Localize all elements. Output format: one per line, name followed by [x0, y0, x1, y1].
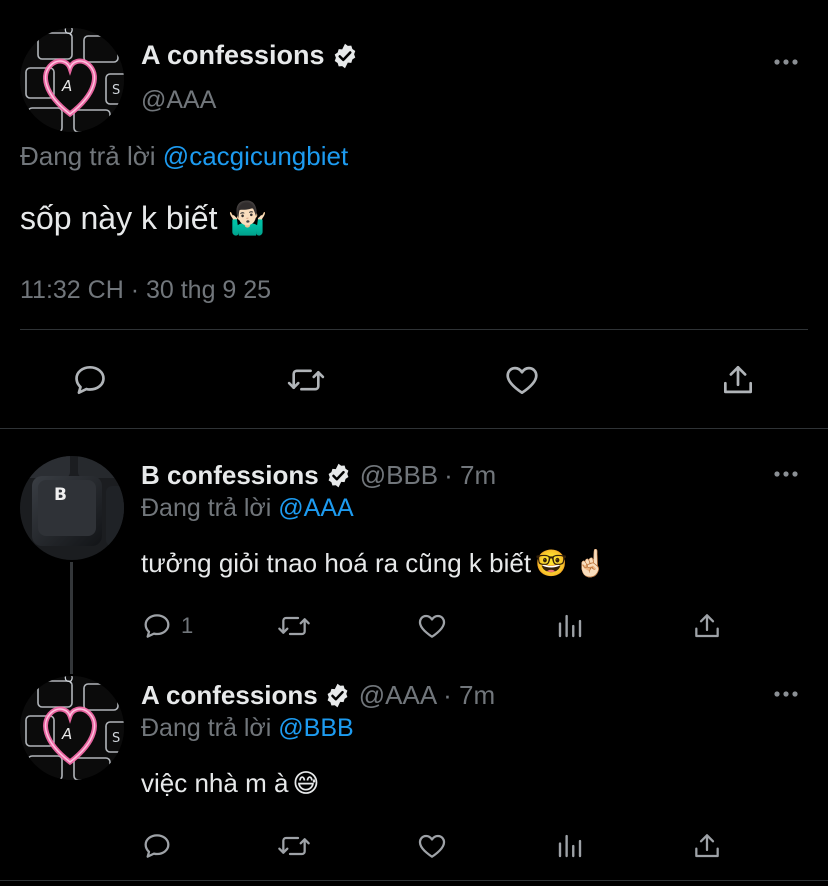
avatar[interactable]: Q S A: [20, 676, 124, 780]
author-handle[interactable]: @BBB: [360, 460, 438, 491]
replying-to-link[interactable]: @BBB: [278, 714, 353, 742]
author-name[interactable]: A confessions: [141, 680, 318, 711]
verified-badge-icon: [325, 462, 352, 489]
replying-to: Đang trả lời @cacgicungbiet: [20, 141, 348, 172]
views-icon[interactable]: [555, 609, 585, 643]
tweet-text-body: sốp này k biết: [20, 199, 218, 236]
avatar-key-s: S: [112, 731, 120, 746]
share-icon[interactable]: [691, 609, 723, 643]
more-horizontal-icon[interactable]: [771, 52, 801, 72]
thread-connector: [70, 562, 73, 674]
avatar-key-q: Q: [64, 28, 73, 37]
replying-to: Đang trả lời @BBB: [141, 714, 354, 743]
replying-prefix: Đang trả lời: [141, 494, 272, 522]
nerd-pointing-emoji: 🤓 ☝🏻: [535, 548, 608, 578]
avatar-key-s: S: [112, 83, 120, 98]
views-icon[interactable]: [555, 829, 585, 863]
replying-to-link[interactable]: @cacgicungbiet: [163, 141, 348, 171]
replying-to: Đang trả lời @AAA: [141, 494, 354, 523]
more-horizontal-icon[interactable]: [771, 464, 801, 484]
reply-icon: [141, 830, 173, 862]
replying-prefix: Đang trả lời: [141, 714, 272, 742]
avatar-letter: B: [54, 485, 67, 505]
retweet-icon[interactable]: [286, 360, 326, 400]
more-horizontal-icon[interactable]: [771, 684, 801, 704]
reply-button[interactable]: [141, 829, 181, 863]
divider: [20, 329, 808, 330]
author-handle[interactable]: @AAA: [359, 680, 437, 711]
divider: [0, 880, 828, 881]
avatar-key-q: Q: [64, 676, 73, 685]
share-icon[interactable]: [691, 829, 723, 863]
tweet-text: việc nhà m à 😅: [141, 768, 320, 799]
heart-icon[interactable]: [416, 609, 448, 643]
retweet-icon[interactable]: [276, 829, 312, 863]
verified-badge-icon: [331, 42, 359, 70]
avatar[interactable]: Q S A: [20, 28, 124, 132]
author-name[interactable]: A confessions: [141, 40, 325, 71]
tweet-timestamp[interactable]: 11:32 CH · 30 thg 9 25: [20, 276, 271, 305]
author-handle[interactable]: @AAA: [141, 86, 216, 115]
reply-icon[interactable]: [70, 360, 110, 400]
sweat-smile-emoji: 😅: [292, 768, 320, 798]
reply-count: 1: [181, 613, 194, 638]
relative-time[interactable]: · 7m: [443, 680, 495, 711]
section-divider: [0, 428, 828, 429]
heart-icon[interactable]: [416, 829, 448, 863]
heart-icon[interactable]: [502, 360, 542, 400]
relative-time[interactable]: · 7m: [444, 460, 496, 491]
avatar-letter: A: [61, 725, 72, 743]
author-name[interactable]: B confessions: [141, 460, 319, 491]
replying-prefix: Đang trả lời: [20, 141, 156, 171]
avatar[interactable]: B: [20, 456, 124, 560]
verified-badge-icon: [324, 682, 351, 709]
tweet-text: sốp này k biết 🤷🏻‍♂️: [20, 199, 267, 237]
main-tweet: Q S A A confessions @AAA Đang trả lời @c…: [0, 0, 828, 428]
reply-header: A confessions @AAA · 7m: [141, 680, 495, 711]
retweet-icon[interactable]: [276, 609, 312, 643]
avatar-letter: A: [61, 77, 72, 95]
reply-header: B confessions @BBB · 7m: [141, 460, 496, 491]
reply-button[interactable]: 1: [141, 609, 193, 643]
tweet-text-body: tưởng giỏi tnao hoá ra cũng k biết: [141, 548, 532, 578]
shrug-emoji: 🤷🏻‍♂️: [227, 200, 268, 236]
share-icon[interactable]: [718, 360, 758, 400]
author-name-row[interactable]: A confessions: [141, 40, 359, 71]
replying-to-link[interactable]: @AAA: [278, 494, 353, 522]
tweet-text-body: việc nhà m à: [141, 768, 289, 798]
reply-icon: [141, 610, 173, 642]
tweet-text: tưởng giỏi tnao hoá ra cũng k biết 🤓 ☝🏻: [141, 548, 607, 579]
